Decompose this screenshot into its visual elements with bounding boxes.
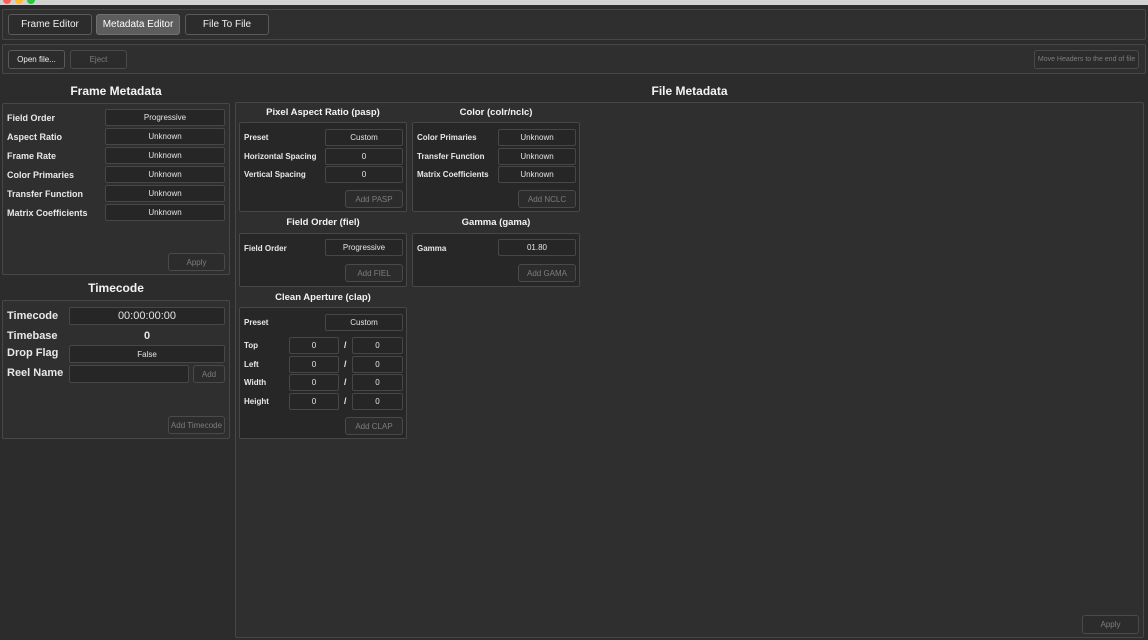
- clap-left-numerator-input[interactable]: 0: [289, 356, 339, 373]
- clap-top-label: Top: [244, 341, 259, 350]
- fiel-field-order-select[interactable]: Progressive: [325, 239, 403, 256]
- color-primaries-label: Color Primaries: [7, 170, 75, 180]
- vertical-spacing-input[interactable]: 0: [325, 166, 403, 183]
- aspect-ratio-select[interactable]: Unknown: [105, 128, 225, 145]
- pasp-panel: Preset Custom Horizontal Spacing 0 Verti…: [239, 122, 407, 212]
- reel-name-label: Reel Name: [7, 367, 64, 379]
- clap-top-numerator-input[interactable]: 0: [289, 337, 339, 354]
- color-primaries-select[interactable]: Unknown: [105, 166, 225, 183]
- toolbar: Open file... Eject Move Headers to the e…: [2, 44, 1146, 74]
- nclc-transfer-label: Transfer Function: [417, 152, 485, 161]
- color-panel: Color Primaries Unknown Transfer Functio…: [412, 122, 580, 212]
- timecode-input[interactable]: 00:00:00:00: [69, 307, 225, 325]
- timecode-label: Timecode: [7, 310, 59, 322]
- open-file-button[interactable]: Open file...: [8, 50, 65, 69]
- add-fiel-button[interactable]: Add FIEL: [345, 264, 403, 282]
- horizontal-spacing-input[interactable]: 0: [325, 148, 403, 165]
- close-window-icon[interactable]: [3, 0, 11, 4]
- clap-height-numerator-input[interactable]: 0: [289, 393, 339, 410]
- tab-bar: Frame Editor Metadata Editor File To Fil…: [2, 9, 1146, 40]
- gama-title: Gamma (gama): [461, 217, 531, 228]
- fiel-panel: Field Order Progressive Add FIEL: [239, 233, 407, 287]
- window-title-bar: [0, 0, 1148, 5]
- drop-flag-select[interactable]: False: [69, 345, 225, 363]
- timebase-label: Timebase: [7, 330, 58, 342]
- tab-file-to-file[interactable]: File To File: [185, 14, 269, 35]
- nclc-matrix-label: Matrix Coefficients: [417, 170, 489, 179]
- add-gama-button[interactable]: Add GAMA: [518, 264, 576, 282]
- maximize-window-icon[interactable]: [27, 0, 35, 4]
- gamma-input[interactable]: 01.80: [498, 239, 576, 256]
- tab-frame-editor[interactable]: Frame Editor: [8, 14, 92, 35]
- fiel-field-order-label: Field Order: [244, 244, 287, 253]
- frame-rate-select[interactable]: Unknown: [105, 147, 225, 164]
- clap-top-slash: /: [344, 340, 347, 350]
- clap-width-numerator-input[interactable]: 0: [289, 374, 339, 391]
- clap-left-label: Left: [244, 360, 259, 369]
- minimize-window-icon[interactable]: [15, 0, 23, 4]
- frame-rate-label: Frame Rate: [7, 151, 57, 161]
- timebase-value: 0: [144, 330, 151, 342]
- clap-left-denominator-input[interactable]: 0: [352, 356, 403, 373]
- frame-metadata-title: Frame Metadata: [70, 84, 162, 98]
- clap-left-slash: /: [344, 359, 347, 369]
- frame-apply-button[interactable]: Apply: [168, 253, 225, 271]
- clap-width-label: Width: [244, 378, 267, 387]
- pasp-title: Pixel Aspect Ratio (pasp): [266, 107, 380, 118]
- nclc-matrix-select[interactable]: Unknown: [498, 166, 576, 183]
- clap-top-denominator-input[interactable]: 0: [352, 337, 403, 354]
- matrix-coefficients-label: Matrix Coefficients: [7, 208, 88, 218]
- clap-width-denominator-input[interactable]: 0: [352, 374, 403, 391]
- drop-flag-label: Drop Flag: [7, 347, 59, 359]
- clap-panel: Preset Custom Top 0 / 0 Left 0 / 0 Width…: [239, 307, 407, 439]
- file-apply-button[interactable]: Apply: [1082, 615, 1139, 634]
- move-headers-button[interactable]: Move Headers to the end of file: [1034, 50, 1139, 69]
- frame-metadata-panel: Field Order Progressive Aspect Ratio Unk…: [2, 103, 230, 275]
- add-nclc-button[interactable]: Add NCLC: [518, 190, 576, 208]
- clap-height-label: Height: [244, 397, 269, 406]
- clap-width-slash: /: [344, 377, 347, 387]
- timecode-panel: Timecode 00:00:00:00 Timebase 0 Drop Fla…: [2, 300, 230, 439]
- nclc-primaries-label: Color Primaries: [417, 133, 477, 142]
- field-order-select[interactable]: Progressive: [105, 109, 225, 126]
- clap-height-denominator-input[interactable]: 0: [352, 393, 403, 410]
- color-title: Color (colr/nclc): [459, 107, 533, 118]
- pasp-preset-select[interactable]: Custom: [325, 129, 403, 146]
- gama-panel: Gamma 01.80 Add GAMA: [412, 233, 580, 287]
- nclc-primaries-select[interactable]: Unknown: [498, 129, 576, 146]
- add-timecode-button[interactable]: Add Timecode: [168, 416, 225, 434]
- field-order-label: Field Order: [7, 113, 56, 123]
- clap-title: Clean Aperture (clap): [275, 292, 371, 303]
- add-clap-button[interactable]: Add CLAP: [345, 417, 403, 435]
- add-pasp-button[interactable]: Add PASP: [345, 190, 403, 208]
- clap-preset-select[interactable]: Custom: [325, 314, 403, 331]
- clap-height-slash: /: [344, 396, 347, 406]
- matrix-coefficients-select[interactable]: Unknown: [105, 204, 225, 221]
- tab-metadata-editor[interactable]: Metadata Editor: [96, 14, 180, 35]
- reel-name-input[interactable]: [69, 365, 189, 383]
- eject-button[interactable]: Eject: [70, 50, 127, 69]
- transfer-function-label: Transfer Function: [7, 189, 84, 199]
- aspect-ratio-label: Aspect Ratio: [7, 132, 63, 142]
- clap-preset-label: Preset: [244, 318, 269, 327]
- reel-add-button[interactable]: Add: [193, 365, 225, 383]
- pasp-preset-label: Preset: [244, 133, 269, 142]
- file-metadata-title: File Metadata: [651, 84, 728, 98]
- nclc-transfer-select[interactable]: Unknown: [498, 148, 576, 165]
- transfer-function-select[interactable]: Unknown: [105, 185, 225, 202]
- horizontal-spacing-label: Horizontal Spacing: [244, 152, 317, 161]
- timecode-title: Timecode: [88, 281, 144, 295]
- fiel-title: Field Order (fiel): [286, 217, 360, 228]
- gamma-label: Gamma: [417, 244, 447, 253]
- vertical-spacing-label: Vertical Spacing: [244, 170, 306, 179]
